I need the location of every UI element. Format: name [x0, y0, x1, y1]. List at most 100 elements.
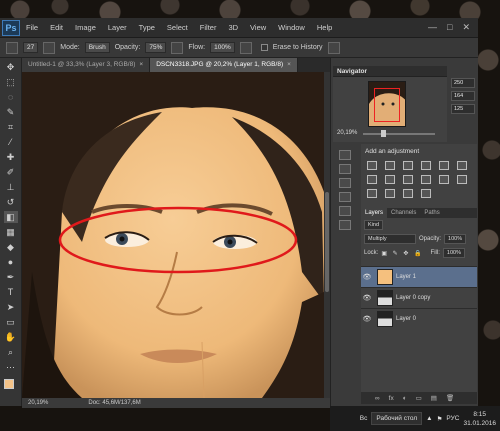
lock-icons[interactable]: ▣ ✎ ✥ 🔒 — [381, 250, 423, 257]
type-tool-icon[interactable]: T — [4, 286, 18, 298]
exposure-icon[interactable] — [421, 161, 431, 170]
tray-flag-icon[interactable]: ⚑ — [437, 415, 443, 423]
tray-arrow-icon[interactable]: ▲ — [426, 415, 432, 422]
pen-tool-icon[interactable]: ✒ — [4, 271, 18, 283]
hue-saturation-icon[interactable] — [457, 161, 467, 170]
menu-window[interactable]: Window — [272, 23, 311, 32]
red-value[interactable]: 250 — [451, 78, 475, 88]
selective-color-icon[interactable] — [421, 189, 431, 198]
navigator-thumbnail[interactable] — [368, 81, 406, 127]
eye-icon[interactable]: 👁 — [361, 315, 373, 323]
menu-image[interactable]: Image — [69, 23, 102, 32]
mode-select[interactable]: Brush — [84, 42, 110, 53]
brightness-contrast-icon[interactable] — [367, 161, 377, 170]
blend-mode-select[interactable]: Multiply — [364, 234, 416, 244]
gradient-tool-icon[interactable]: ▦ — [4, 226, 18, 238]
language-indicator[interactable]: РУС — [446, 415, 459, 422]
airbrush-icon[interactable] — [239, 41, 252, 54]
opacity-input[interactable]: 75% — [145, 42, 167, 53]
shape-tool-icon[interactable]: ▭ — [4, 316, 18, 328]
eye-icon[interactable]: 👁 — [361, 273, 373, 281]
adjustment-layer-icon[interactable]: ◐ — [403, 395, 407, 402]
path-select-tool-icon[interactable]: ➤ — [4, 301, 18, 313]
dodge-tool-icon[interactable]: ● — [4, 256, 18, 268]
menu-select[interactable]: Select — [161, 23, 194, 32]
black-white-icon[interactable] — [385, 175, 395, 184]
close-tab-icon[interactable]: × — [139, 61, 143, 68]
layer-mask-icon[interactable]: ▭ — [416, 394, 422, 402]
close-tab-icon[interactable]: × — [287, 61, 291, 68]
zoom-slider-knob[interactable] — [381, 130, 386, 137]
green-value[interactable]: 164 — [451, 91, 475, 101]
properties-panel-icon[interactable] — [339, 206, 351, 216]
layer-row-layer-0-copy[interactable]: 👁 Layer 0 copy — [361, 287, 477, 308]
invert-icon[interactable] — [457, 175, 467, 184]
kind-filter-select[interactable]: Kind — [364, 220, 384, 230]
menu-3d[interactable]: 3D — [222, 23, 244, 32]
foreground-color-swatch[interactable] — [4, 379, 14, 389]
gradient-map-icon[interactable] — [403, 189, 413, 198]
swatches-panel-icon[interactable] — [339, 178, 351, 188]
vibrance-icon[interactable] — [439, 161, 449, 170]
desktop-toolbar-button[interactable]: Рабочий стол — [371, 412, 423, 425]
tab-channels[interactable]: Channels — [387, 208, 420, 218]
photo-filter-icon[interactable] — [403, 175, 413, 184]
erase-history-checkbox[interactable] — [260, 44, 268, 51]
curves-icon[interactable] — [403, 161, 413, 170]
eye-icon[interactable]: 👁 — [361, 294, 373, 302]
document-canvas[interactable] — [22, 72, 324, 398]
brush-presets-icon[interactable] — [339, 164, 351, 174]
more-tools-icon[interactable]: ⋯ — [4, 361, 18, 373]
brush-size-picker[interactable]: 27 — [23, 42, 39, 53]
tab-paths[interactable]: Paths — [420, 208, 443, 218]
navigator-zoom-slider[interactable] — [363, 130, 435, 137]
menu-layer[interactable]: Layer — [102, 23, 133, 32]
layer-style-icon[interactable]: fx — [389, 395, 394, 402]
history-panel-icon[interactable] — [339, 150, 351, 160]
flow-input[interactable]: 100% — [210, 42, 235, 53]
eraser-tool-icon[interactable]: ◧ — [3, 211, 18, 223]
threshold-icon[interactable] — [385, 189, 395, 198]
brush-panel-icon[interactable] — [43, 41, 56, 54]
hand-tool-icon[interactable]: ✋ — [4, 331, 18, 343]
navigator-header[interactable]: Navigator — [333, 66, 447, 77]
lasso-tool-icon[interactable]: ◌ — [4, 91, 18, 103]
pressure-opacity-icon[interactable] — [171, 41, 184, 54]
menu-help[interactable]: Help — [311, 23, 338, 32]
color-lookup-icon[interactable] — [439, 175, 449, 184]
tab-untitled-1[interactable]: Untitled-1 @ 33,3% (Layer 3, RGB/8) × — [22, 58, 151, 72]
crop-tool-icon[interactable]: ⌗ — [4, 121, 18, 133]
maximize-button[interactable]: □ — [447, 22, 452, 33]
levels-icon[interactable] — [385, 161, 395, 170]
pressure-size-icon[interactable] — [327, 41, 340, 54]
menu-type[interactable]: Type — [133, 23, 161, 32]
scroll-thumb[interactable] — [325, 192, 329, 292]
posterize-icon[interactable] — [367, 189, 377, 198]
clone-stamp-tool-icon[interactable]: ⊥ — [4, 181, 18, 193]
navigator-view-box[interactable] — [374, 88, 400, 122]
zoom-readout[interactable]: 20,19% — [28, 400, 48, 406]
layer-row-layer-1[interactable]: 👁 Layer 1 — [361, 266, 477, 287]
brush-tool-icon[interactable]: ✐ — [4, 166, 18, 178]
menu-file[interactable]: File — [20, 23, 44, 32]
tab-dscn3318[interactable]: DSCN3318.JPG @ 20,2% (Layer 1, RGB/8) × — [150, 58, 298, 72]
navigator-zoom[interactable]: 20,19% — [337, 130, 357, 136]
color-balance-icon[interactable] — [367, 175, 377, 184]
layer-opacity-input[interactable]: 100% — [444, 234, 467, 244]
new-layer-icon[interactable]: ▤ — [431, 394, 437, 402]
link-layers-icon[interactable]: ∞ — [375, 395, 380, 402]
blue-value[interactable]: 125 — [451, 104, 475, 114]
fill-input[interactable]: 100% — [442, 248, 465, 258]
healing-tool-icon[interactable]: ✚ — [4, 151, 18, 163]
layer-row-layer-0[interactable]: 👁 Layer 0 — [361, 308, 477, 329]
clock[interactable]: 8:15 31.01.2016 — [463, 410, 496, 428]
eraser-preset-icon[interactable] — [6, 41, 18, 54]
history-brush-tool-icon[interactable]: ↺ — [4, 196, 18, 208]
marquee-tool-icon[interactable]: ⬚ — [4, 76, 18, 88]
menu-view[interactable]: View — [244, 23, 272, 32]
quick-select-tool-icon[interactable]: ✎ — [4, 106, 18, 118]
channel-mixer-icon[interactable] — [421, 175, 431, 184]
blur-tool-icon[interactable]: ◆ — [4, 241, 18, 253]
delete-layer-icon[interactable]: 🗑 — [446, 394, 454, 402]
doc-size[interactable]: Doc: 45,6M/137,6M — [88, 400, 140, 406]
